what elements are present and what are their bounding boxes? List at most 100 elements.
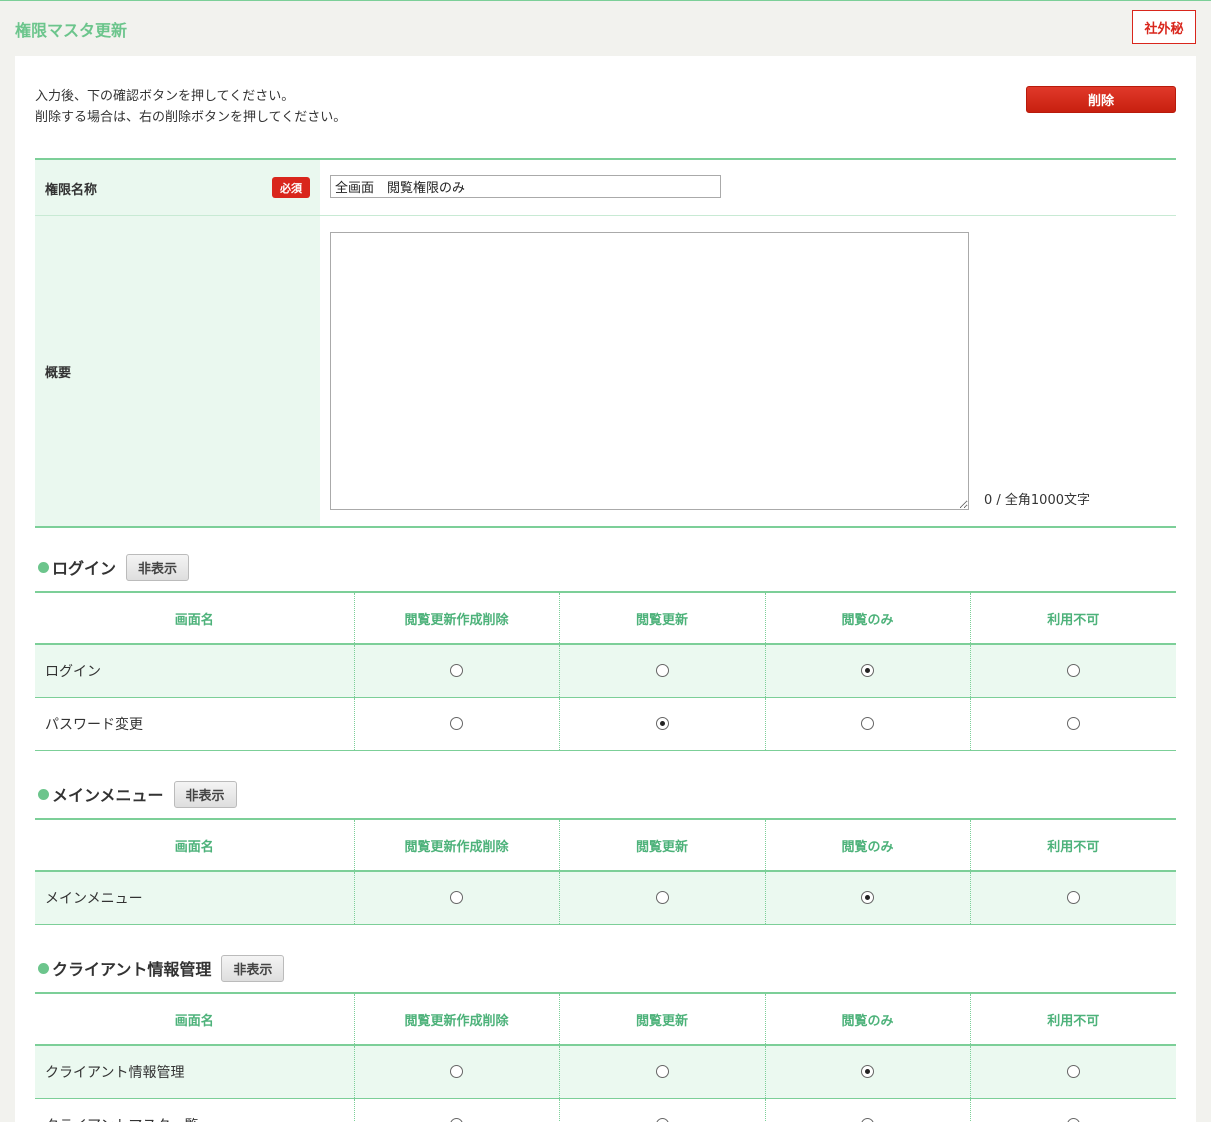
permission-radio[interactable] xyxy=(1066,891,1080,905)
permission-cell xyxy=(353,871,559,925)
name-input[interactable] xyxy=(330,175,721,198)
bullet-icon xyxy=(38,788,49,800)
form-table: 権限名称 必須 概要 0 / 全角1000文字 xyxy=(35,158,1176,528)
name-label: 権限名称 xyxy=(45,183,98,198)
screen-name: メインメニュー xyxy=(35,871,354,925)
instructions: 入力後、下の確認ボタンを押してください。 削除する場合は、右の削除ボタンを押して… xyxy=(35,86,346,128)
section-heading: ログイン 非表示 xyxy=(35,553,190,581)
permission-cell xyxy=(558,871,765,925)
page-header: 権限マスタ更新 社外秘 xyxy=(0,1,1211,56)
column-header: 閲覧更新 xyxy=(558,819,765,872)
permission-cell xyxy=(969,644,1176,698)
permission-cell xyxy=(764,1045,970,1099)
form-row-name: 権限名称 必須 xyxy=(35,160,1176,215)
column-header: 利用不可 xyxy=(969,592,1176,645)
column-header: 閲覧のみ xyxy=(764,592,970,645)
permission-table: 画面名閲覧更新作成削除閲覧更新閲覧のみ利用不可クライアント情報管理クライアントマ… xyxy=(35,992,1176,1122)
permission-radio[interactable] xyxy=(450,891,463,905)
permission-cell xyxy=(353,697,559,751)
hide-section-button[interactable]: 非表示 xyxy=(221,954,285,982)
permission-radio[interactable] xyxy=(655,891,669,905)
permission-radio[interactable] xyxy=(861,891,874,905)
permission-cell xyxy=(558,1045,765,1099)
table-row: クライアントマスタ一覧 xyxy=(35,1098,1176,1122)
permission-cell xyxy=(969,1045,1176,1099)
hide-section-button[interactable]: 非表示 xyxy=(173,780,237,808)
column-header: 閲覧更新 xyxy=(558,993,765,1046)
permission-radio[interactable] xyxy=(861,1065,874,1079)
permission-radio[interactable] xyxy=(655,664,669,678)
column-header: 閲覧更新作成削除 xyxy=(353,592,559,645)
section-title: ログイン xyxy=(52,559,117,578)
confidential-badge: 社外秘 xyxy=(1132,10,1196,44)
permission-table: 画面名 閲覧更新作成削除 閲覧更新 閲覧のみ 利用不可メインメニュー xyxy=(35,818,1176,925)
form-label-cell: 権限名称 必須 xyxy=(35,160,320,215)
permission-radio[interactable] xyxy=(1066,1065,1080,1079)
table-row: パスワード変更 xyxy=(35,697,1176,751)
screen-name: クライアント情報管理 xyxy=(35,1045,354,1099)
permission-cell xyxy=(558,644,765,698)
hide-section-button[interactable]: 非表示 xyxy=(126,553,190,581)
screen-name: パスワード変更 xyxy=(35,697,354,751)
column-header: 閲覧更新作成削除 xyxy=(353,819,559,872)
main-panel: 入力後、下の確認ボタンを押してください。 削除する場合は、右の削除ボタンを押して… xyxy=(15,56,1196,1122)
permission-radio[interactable] xyxy=(450,664,463,678)
instruction-line-2: 削除する場合は、右の削除ボタンを押してください。 xyxy=(35,110,347,125)
required-badge: 必須 xyxy=(272,177,310,198)
permission-cell xyxy=(558,1098,765,1122)
permission-radio[interactable] xyxy=(1066,1118,1080,1122)
form-value-cell: 0 / 全角1000文字 xyxy=(320,216,1176,526)
instruction-line-1: 入力後、下の確認ボタンを押してください。 xyxy=(35,89,295,104)
summary-textarea[interactable] xyxy=(330,232,969,510)
column-header: 画面名 xyxy=(35,592,354,645)
permission-table: 画面名 閲覧更新作成削除 閲覧更新 閲覧のみ 利用不可ログイン パスワード変更 xyxy=(35,591,1176,751)
permission-radio[interactable] xyxy=(861,1118,874,1122)
section-heading: クライアント情報管理 非表示 xyxy=(35,954,285,982)
permission-radio[interactable] xyxy=(861,664,874,678)
permission-cell xyxy=(353,1045,559,1099)
page-title: 権限マスタ更新 xyxy=(15,21,128,40)
column-header: 閲覧更新作成削除 xyxy=(353,993,559,1046)
table-row: クライアント情報管理 xyxy=(35,1045,1176,1099)
permission-cell xyxy=(353,644,559,698)
permission-radio[interactable] xyxy=(450,717,463,730)
permission-cell xyxy=(764,697,970,751)
column-header: 画面名 xyxy=(35,819,354,872)
permission-radio[interactable] xyxy=(655,717,669,730)
permission-radio[interactable] xyxy=(655,1065,669,1079)
form-label-cell: 概要 xyxy=(35,216,320,526)
permission-cell xyxy=(969,871,1176,925)
column-header: 画面名 xyxy=(35,993,354,1046)
column-header: 閲覧更新 xyxy=(558,592,765,645)
permission-radio[interactable] xyxy=(1066,664,1080,678)
column-header: 閲覧のみ xyxy=(764,819,970,872)
permission-cell xyxy=(764,644,970,698)
bullet-icon xyxy=(38,962,49,974)
form-value-cell xyxy=(320,160,1176,215)
table-row: ログイン xyxy=(35,644,1176,698)
summary-label: 概要 xyxy=(45,366,72,381)
screen-name: クライアントマスタ一覧 xyxy=(35,1098,354,1122)
permission-radio[interactable] xyxy=(450,1118,463,1122)
section-title: メインメニュー xyxy=(52,786,164,805)
permission-cell xyxy=(558,697,765,751)
permission-cell xyxy=(764,1098,970,1122)
screen-name: ログイン xyxy=(35,644,354,698)
column-header: 利用不可 xyxy=(969,993,1176,1046)
permission-cell xyxy=(353,1098,559,1122)
char-count: 0 / 全角1000文字 xyxy=(984,493,1090,508)
permission-radio[interactable] xyxy=(861,717,874,730)
section-title: クライアント情報管理 xyxy=(52,960,212,979)
permission-cell xyxy=(764,871,970,925)
form-row-summary: 概要 0 / 全角1000文字 xyxy=(35,215,1176,526)
permission-cell xyxy=(969,1098,1176,1122)
permission-radio[interactable] xyxy=(450,1065,463,1079)
column-header: 閲覧のみ xyxy=(764,993,970,1046)
section-heading: メインメニュー 非表示 xyxy=(35,780,237,808)
permission-radio[interactable] xyxy=(655,1118,669,1122)
bullet-icon xyxy=(38,561,49,573)
permission-radio[interactable] xyxy=(1066,717,1080,730)
permission-cell xyxy=(969,697,1176,751)
delete-button[interactable]: 削除 xyxy=(1026,86,1176,113)
column-header: 利用不可 xyxy=(969,819,1176,872)
